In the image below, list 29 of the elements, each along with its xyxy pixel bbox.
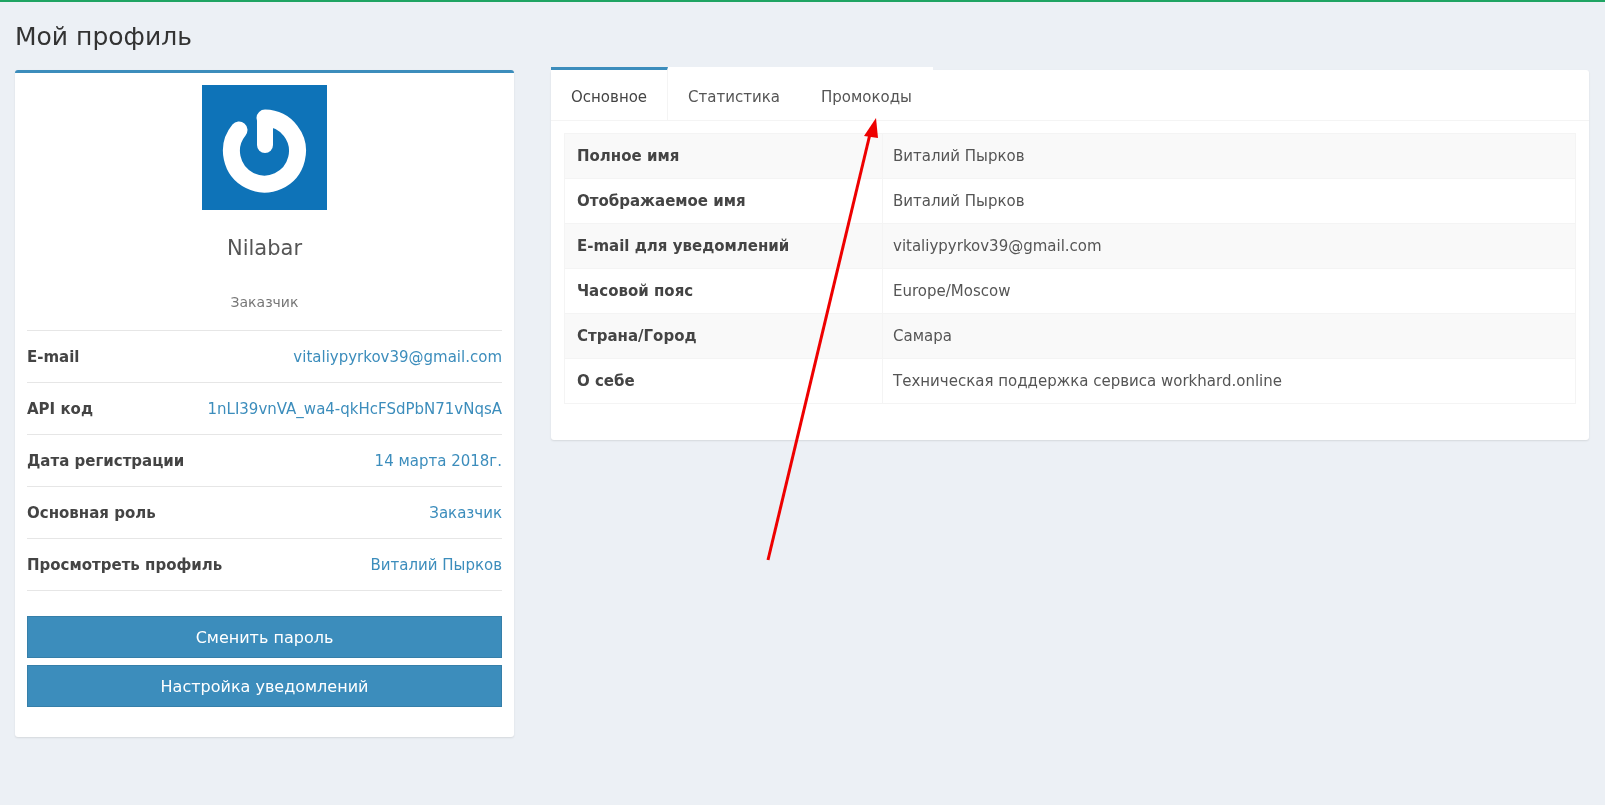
field-value: Europe/Moscow (882, 268, 1576, 314)
profile-name: Nilabar (225, 236, 304, 260)
detail-label: Дата регистрации (27, 451, 185, 470)
field-value: Виталий Пырков (882, 178, 1576, 224)
field-label: Страна/Город (564, 313, 883, 359)
field-value: vitaliypyrkov39@gmail.com (882, 223, 1576, 269)
detail-link[interactable]: Заказчик (429, 503, 502, 522)
field-label: Полное имя (564, 133, 883, 179)
tab[interactable]: Основное (551, 67, 669, 120)
detail-link[interactable]: 14 марта 2018г. (374, 451, 502, 470)
field-value: Виталий Пырков (882, 133, 1576, 179)
detail-label: Основная роль (27, 503, 156, 522)
field-label: Отображаемое имя (564, 178, 883, 224)
notification-settings-button[interactable]: Настройка уведомлений (27, 665, 502, 707)
detail-link[interactable]: vitaliypyrkov39@gmail.com (293, 347, 502, 366)
profile-role: Заказчик (229, 294, 300, 310)
detail-label: E-mail (27, 347, 80, 366)
field-label: О себе (564, 358, 883, 404)
change-password-button[interactable]: Сменить пароль (27, 616, 502, 658)
field-label: E-mail для уведомлений (564, 223, 883, 269)
detail-label: Просмотреть профиль (27, 555, 223, 574)
page-title: Мой профиль (15, 21, 193, 53)
field-label: Часовой пояс (564, 268, 883, 314)
field-value: Техническая поддержка сервиса workhard.online (882, 358, 1576, 404)
power-logo-icon (202, 85, 327, 210)
field-value: Самара (882, 313, 1576, 359)
detail-link[interactable]: 1nLI39vnVA_wa4-qkHcFSdPbN71vNqsA (207, 399, 502, 418)
detail-label: API код (27, 399, 93, 418)
detail-link[interactable]: Виталий Пырков (370, 555, 502, 574)
